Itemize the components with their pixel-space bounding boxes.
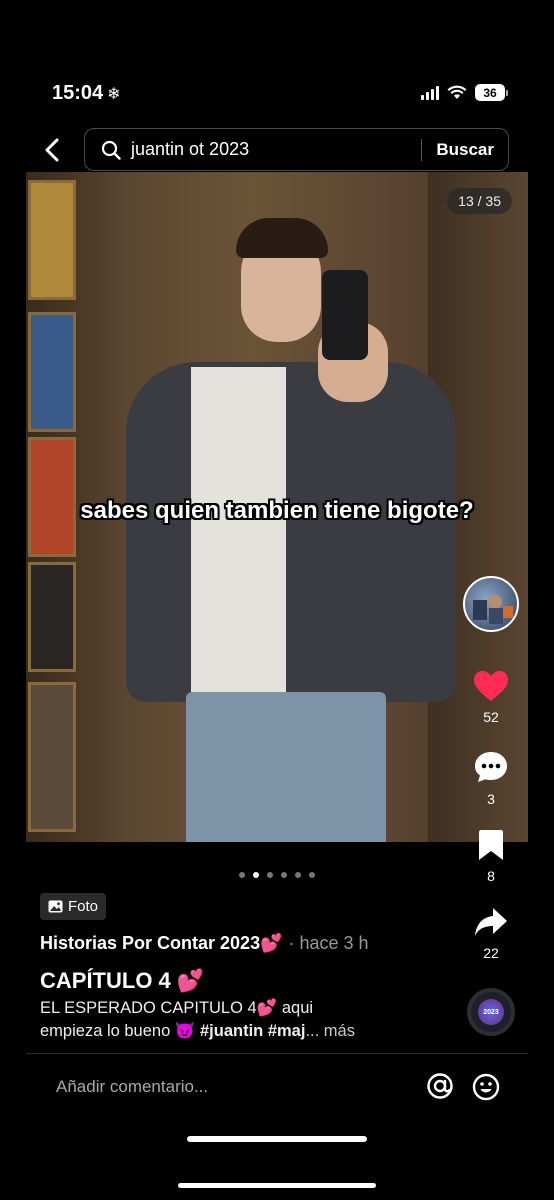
divider — [26, 1053, 528, 1054]
description-line-1: EL ESPERADO CAPITULO 4💕 aqui — [40, 999, 314, 1017]
battery-icon: 36 — [475, 84, 508, 101]
battery-level: 36 — [475, 84, 505, 101]
image-icon — [48, 900, 63, 913]
clock-text: 15:04 — [52, 82, 104, 104]
emoji-icon[interactable] — [472, 1073, 500, 1101]
hashtag-links[interactable]: #juantin #maj — [200, 1022, 305, 1040]
music-disc[interactable]: 2023 — [467, 988, 515, 1036]
like-count: 52 — [483, 709, 499, 725]
creator-avatar[interactable] — [463, 576, 519, 632]
author-row: Historias Por Contar 2023💕 · hace 3 h — [40, 933, 369, 954]
comment-count: 3 — [487, 791, 495, 807]
home-indicator — [187, 1136, 367, 1142]
status-bar-time: 15:04 ❄ — [52, 82, 121, 105]
post-photo[interactable]: 13 / 35 sabes quien tambien tiene bigote… — [26, 172, 528, 842]
page-counter: 13 / 35 — [447, 188, 512, 214]
bottom-bar — [178, 1183, 376, 1188]
post-time: · hace 3 h — [288, 933, 369, 953]
search-icon — [101, 139, 123, 161]
author-name[interactable]: Historias Por Contar 2023💕 — [40, 933, 283, 954]
carousel-dot[interactable] — [281, 872, 287, 878]
comment-input[interactable]: Añadir comentario... — [56, 1077, 208, 1097]
disc-label: 2023 — [478, 999, 504, 1025]
photo-type-badge: Foto — [40, 893, 107, 920]
comment-action[interactable]: 3 — [461, 750, 521, 807]
carousel-dot[interactable] — [239, 872, 245, 878]
carousel-dot[interactable] — [295, 872, 301, 878]
carousel-dot-active[interactable] — [253, 872, 259, 878]
post-title: CAPÍTULO 4 💕 — [40, 968, 205, 993]
snowflake-icon: ❄ — [107, 85, 121, 103]
search-bar[interactable]: juantin ot 2023 Buscar — [84, 128, 509, 171]
description-line-2: empieza lo bueno 😈 #juantin #maj... más — [40, 1020, 450, 1043]
heart-icon — [474, 671, 508, 701]
status-bar-right: 36 — [421, 84, 508, 101]
post-description[interactable]: EL ESPERADO CAPITULO 4💕 aqui empieza lo … — [40, 997, 450, 1043]
more-link[interactable]: ... más — [305, 1022, 355, 1040]
person-hair — [236, 218, 328, 258]
phone-in-hand — [322, 270, 368, 360]
search-input[interactable]: juantin ot 2023 — [131, 139, 421, 160]
carousel-dots — [0, 872, 554, 878]
description-text: empieza lo bueno 😈 — [40, 1022, 196, 1040]
like-action[interactable]: 52 — [461, 670, 521, 725]
search-button[interactable]: Buscar — [436, 140, 494, 160]
bookmark-icon — [479, 830, 503, 860]
share-action[interactable]: 22 — [461, 906, 521, 961]
share-count: 22 — [483, 945, 499, 961]
chevron-left-icon — [45, 138, 59, 162]
search-divider — [421, 138, 423, 161]
share-arrow-icon — [475, 908, 507, 936]
carousel-dot[interactable] — [309, 872, 315, 878]
carousel-dot[interactable] — [267, 872, 273, 878]
person-jeans — [186, 692, 386, 842]
photo-type-label: Foto — [68, 898, 99, 915]
person-shirt — [191, 367, 286, 697]
comment-icon — [475, 752, 507, 782]
wifi-icon — [447, 85, 467, 99]
person-jacket — [126, 362, 456, 702]
cellular-signal-icon — [421, 85, 439, 100]
overlay-caption: sabes quien tambien tiene bigote? — [80, 497, 474, 524]
back-button[interactable] — [36, 134, 68, 166]
mention-icon[interactable] — [426, 1072, 454, 1107]
